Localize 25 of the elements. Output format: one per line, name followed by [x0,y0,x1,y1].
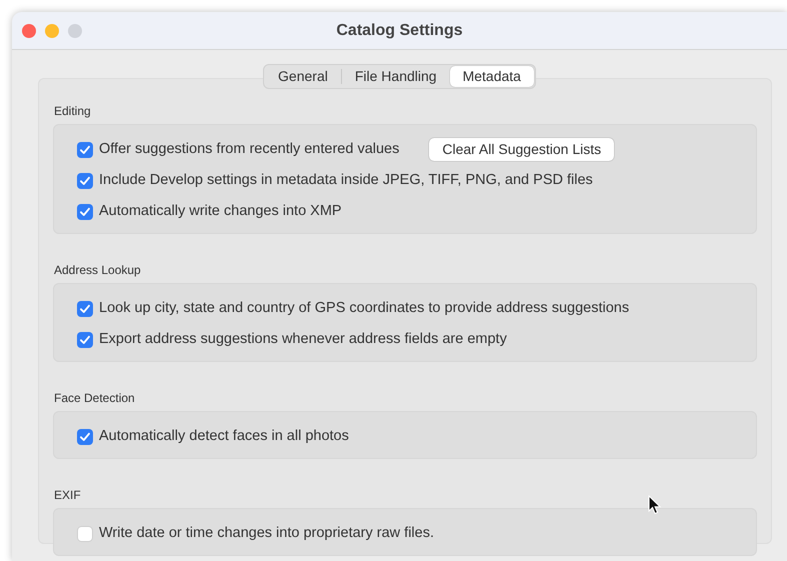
checkbox[interactable] [77,526,93,542]
checkbox-label: Write date or time changes into proprietary raw files. [99,524,434,543]
tab[interactable]: General [265,66,341,87]
section-label: Editing [54,104,91,118]
window-title: Catalog Settings [336,22,463,38]
close-button[interactable] [22,24,36,38]
checkbox-label: Offer suggestions from recently entered values [99,140,400,159]
clear-button[interactable]: Clear All Suggestion Lists [429,138,614,161]
tab[interactable]: Metadata [450,66,534,87]
checkbox[interactable] [77,142,93,158]
checkbox[interactable] [77,300,93,316]
checkbox[interactable] [77,332,93,348]
checkbox-label: Include Develop settings in metadata inside JPEG, TIFF, PNG, and PSD files [99,170,593,190]
section-label: EXIF [54,488,81,502]
mouse-pointer-icon [648,495,662,515]
checkbox[interactable] [77,172,93,188]
checkbox-label: Automatically write changes into XMP [99,202,342,221]
tab[interactable]: File Handling [342,66,450,87]
section-label: Address Lookup [54,263,141,277]
checkbox[interactable] [77,428,93,444]
section-label: Face Detection [54,391,135,405]
checkbox-label: Automatically detect faces in all photos [99,426,349,446]
checkbox[interactable] [77,204,93,220]
checkbox-label: Look up city, state and country of GPS coordinates to provide address suggestions [99,298,630,318]
checkbox-label: Export address suggestions whenever address fields are empty [99,330,507,349]
